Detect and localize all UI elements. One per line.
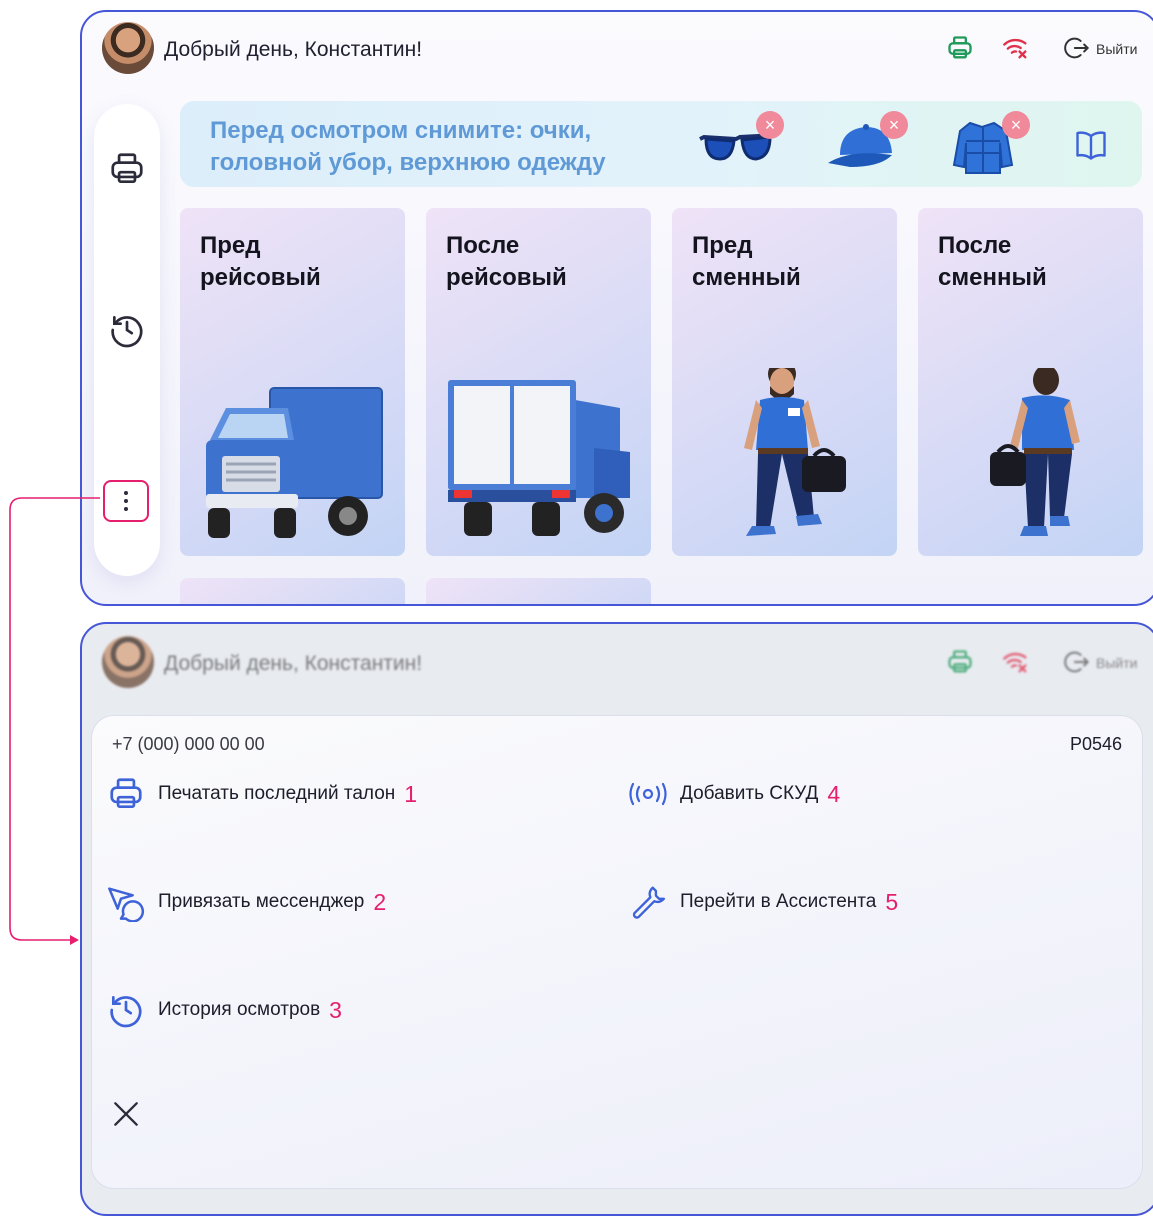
sidebar-print-button[interactable] [107,149,147,189]
card-title: После рейсовый [446,232,567,291]
man-walking-front-image [744,368,846,536]
card-post-trip[interactable]: После рейсовый [426,208,651,556]
menu-item-number: 4 [827,780,841,807]
card-title: После сменный [938,232,1047,291]
printer-icon [110,778,142,809]
cap-item: × [820,111,908,175]
jacket-item: × [942,111,1030,175]
man-walking-back-image [990,368,1080,536]
card-pre-trip[interactable]: Пред рейсовый [180,208,405,556]
truck-back-image [448,380,630,536]
printer-icon [948,650,972,673]
dimmed-header: Добрый день, Константин! Выйти [82,624,1153,704]
menu-item-label: Добавить СКУД [680,783,819,804]
glasses-item: × [696,111,784,175]
menu-screen: Добрый день, Константин! Выйти +7 (000) … [80,622,1153,1216]
preparation-banner: Перед осмотром снимите: очки, головной у… [180,101,1142,187]
menu-item-print-last-ticket[interactable]: Печатать последний талон 1 [106,774,417,814]
menu-item-link-messenger[interactable]: Привязать мессенджер 2 [106,882,386,922]
menu-item-label: История осмотров [158,999,321,1020]
logout-label[interactable]: Выйти [1096,41,1137,57]
user-code: P0546 [1069,734,1122,754]
printer-icon[interactable] [946,34,974,62]
sidebar [94,104,160,576]
main-screen: Добрый день, Константин! Выйти Перед осм… [80,10,1153,606]
menu-item-number: 2 [373,888,387,915]
actions-sheet: +7 (000) 000 00 00 P0546 Печатать послед… [92,716,1142,1188]
card-partial[interactable] [180,578,405,604]
more-vertical-icon [124,491,128,511]
card-post-shift[interactable]: После сменный [918,208,1143,556]
greeting-text: Добрый день, Константин! [164,652,423,675]
card-partial[interactable] [426,578,651,604]
menu-item-label: Печатать последний талон [158,783,396,804]
menu-item-number: 1 [404,780,418,807]
logout-label: Выйти [1096,655,1138,671]
greeting-text: Добрый день, Константин! [164,38,423,61]
header: Добрый день, Константин! Выйти [82,12,1153,88]
printer-icon [111,153,143,184]
wrench-icon [632,886,666,919]
menu-item-number: 3 [329,996,342,1023]
rfid-icon [629,782,667,806]
menu-item-label: Перейти в Ассистента [680,891,877,912]
wifi-off-icon [1003,652,1027,673]
phone-number: +7 (000) 000 00 00 [112,734,265,754]
history-icon [111,315,143,348]
menu-item-add-access-control[interactable]: Добавить СКУД 4 [628,774,840,814]
history-icon [110,995,142,1028]
avatar [102,636,154,688]
logout-icon[interactable] [1062,34,1090,62]
sidebar-history-button[interactable] [107,310,147,350]
wifi-off-icon[interactable] [1002,34,1030,62]
close-icon[interactable] [110,1098,142,1130]
menu-item-inspection-history[interactable]: История осмотров 3 [106,990,342,1030]
remove-badge: × [756,111,784,139]
card-title: Пред рейсовый [200,232,321,291]
remove-badge: × [1002,111,1030,139]
book-icon[interactable] [1072,127,1110,163]
card-pre-shift[interactable]: Пред сменный [672,208,897,556]
banner-text: Перед осмотром снимите: очки, головной у… [210,117,606,176]
menu-item-number: 5 [885,888,899,915]
sidebar-more-button[interactable] [103,480,149,522]
truck-front-image [206,387,383,538]
messenger-icon [108,887,145,922]
card-title: Пред сменный [692,232,801,291]
remove-badge: × [880,111,908,139]
logout-icon [1064,651,1090,673]
avatar[interactable] [102,22,154,74]
menu-item-label: Привязать мессенджер [158,891,365,912]
menu-item-open-assistant[interactable]: Перейти в Ассистента 5 [628,882,898,922]
